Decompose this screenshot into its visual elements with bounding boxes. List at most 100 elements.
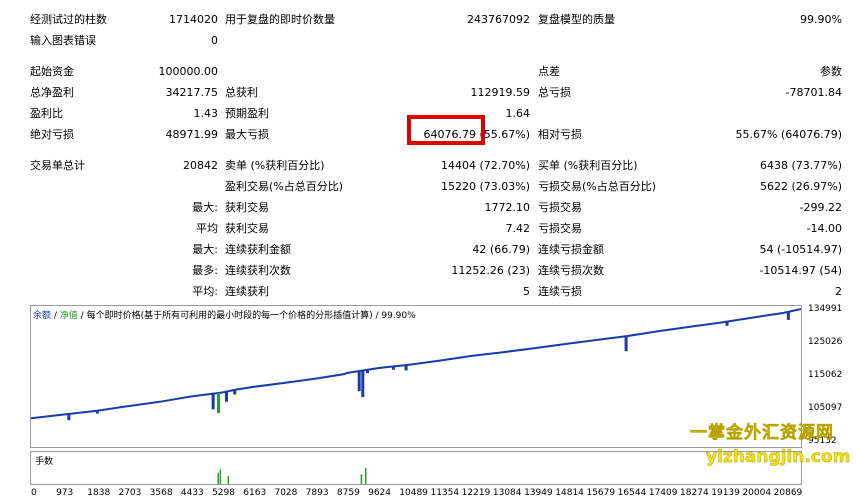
x-tick-label: 5298 bbox=[212, 488, 235, 498]
ticks-label: 用于复盘的即时价数量 bbox=[225, 13, 335, 26]
x-tick-label: 973 bbox=[56, 488, 74, 498]
bars-tested-label: 经测试过的柱数 bbox=[30, 13, 107, 26]
profit-factor-label: 盈利比 bbox=[30, 107, 63, 120]
avg-loss-value: -14.00 bbox=[806, 222, 842, 235]
x-tick-label: 4433 bbox=[180, 488, 204, 498]
y-tick-label: 115062 bbox=[808, 370, 843, 381]
rel-drawdown-label: 相对亏损 bbox=[538, 128, 582, 141]
balance-line bbox=[31, 308, 801, 420]
loss-trades-label: 亏损交易(%占总百分比) bbox=[538, 180, 657, 193]
errors-value: 0 bbox=[211, 34, 218, 47]
avg-consec-wins-label: 连续获利 bbox=[225, 285, 269, 298]
profit-trades-value: 15220 (73.03%) bbox=[440, 180, 530, 193]
gross-profit-value: 112919.59 bbox=[470, 86, 531, 99]
long-trades-value: 6438 (73.77%) bbox=[759, 159, 842, 172]
x-tick-label: 13949 bbox=[524, 488, 553, 498]
max-consec-losses-label: 连续亏损金额 bbox=[538, 243, 604, 256]
avg-profit-value: 7.42 bbox=[505, 222, 531, 235]
avg-consec-wins-value: 5 bbox=[523, 285, 530, 298]
x-tick-label: 0 bbox=[31, 488, 37, 498]
net-profit-value: 34217.75 bbox=[165, 86, 219, 99]
x-tick-label: 14814 bbox=[555, 488, 584, 498]
avg-consec-losses-value: 2 bbox=[835, 285, 842, 298]
max-drawdown-label: 最大亏损 bbox=[225, 128, 269, 141]
total-trades-label: 交易单总计 bbox=[30, 159, 85, 172]
balance-chart-plot bbox=[31, 308, 801, 421]
quality-value: 99.90% bbox=[800, 13, 842, 26]
spread-label: 点差 bbox=[538, 65, 560, 78]
max-consec-wins-value: 42 (66.79) bbox=[472, 243, 530, 256]
x-tick-label: 20004 bbox=[742, 488, 772, 498]
chart-header-sep-1: / bbox=[51, 311, 60, 321]
long-trades-label: 买单 (%获利百分比) bbox=[538, 159, 638, 172]
largest-loss-label: 亏损交易 bbox=[538, 201, 582, 214]
x-tick-label: 13084 bbox=[492, 488, 522, 498]
maximal-wins-value: 11252.26 (23) bbox=[451, 264, 530, 277]
maximal-losses-label: 连续亏损次数 bbox=[538, 264, 604, 277]
abs-drawdown-label: 绝对亏损 bbox=[30, 128, 74, 141]
x-tick-label: 12219 bbox=[461, 488, 491, 498]
errors-label: 输入图表错误 bbox=[30, 34, 96, 47]
chart-header-balance: 余额 bbox=[33, 311, 52, 321]
ticks-value: 243767092 bbox=[467, 13, 530, 26]
profit-trades-label: 盈利交易(%占总百分比) bbox=[225, 180, 344, 193]
x-tick-label: 18274 bbox=[680, 488, 709, 498]
y-tick-label: 134991 bbox=[808, 304, 843, 315]
largest-profit-value: 1772.10 bbox=[484, 201, 531, 214]
initial-deposit-value: 100000.00 bbox=[158, 65, 219, 78]
x-tick-label: 20869 bbox=[773, 488, 803, 498]
rel-drawdown-value: 55.67% (64076.79) bbox=[735, 128, 842, 141]
x-tick-label: 17409 bbox=[648, 488, 678, 498]
x-tick-label: 19139 bbox=[711, 488, 740, 498]
maximal-wins-label: 连续获利次数 bbox=[225, 264, 291, 277]
x-tick-label: 11354 bbox=[430, 488, 460, 498]
max-consec-label: 最大: bbox=[192, 243, 218, 256]
gross-loss-value: -78701.84 bbox=[785, 86, 842, 99]
volume-bar bbox=[360, 474, 363, 484]
x-tick-label: 7893 bbox=[305, 488, 329, 498]
x-tick-label: 15679 bbox=[586, 488, 616, 498]
total-trades-value: 20842 bbox=[183, 159, 218, 172]
average-label: 平均 bbox=[196, 222, 218, 235]
volume-bar bbox=[227, 476, 230, 484]
largest-loss-value: -299.22 bbox=[799, 201, 842, 214]
avg-consec-label: 平均: bbox=[192, 285, 218, 298]
highlight-box bbox=[407, 115, 485, 145]
x-tick-label: 3568 bbox=[149, 488, 173, 498]
x-tick-label: 9624 bbox=[368, 488, 391, 498]
y-tick-label: 105097 bbox=[808, 403, 843, 414]
avg-consec-losses-label: 连续亏损 bbox=[538, 285, 582, 298]
chart-header: 余额 / 净值 / 每个即时价格(基于所有可利用的最小时段的每一个价格的分形插值… bbox=[33, 308, 416, 321]
watermark-url: yizhangjin.com bbox=[706, 447, 851, 468]
chart-header-equity: 净值 bbox=[59, 311, 78, 321]
gross-profit-label: 总获利 bbox=[225, 86, 258, 99]
avg-profit-label: 获利交易 bbox=[225, 222, 269, 235]
largest-profit-label: 获利交易 bbox=[225, 201, 269, 214]
volume-bar bbox=[364, 468, 367, 484]
x-tick-label: 1838 bbox=[87, 488, 111, 498]
watermark-title: 一掌金外汇资源网 bbox=[690, 423, 834, 444]
max-consec-losses-value: 54 (-10514.97) bbox=[759, 243, 842, 256]
avg-loss-label: 亏损交易 bbox=[538, 222, 582, 235]
initial-deposit-label: 起始资金 bbox=[30, 65, 74, 78]
x-tick-label: 10489 bbox=[399, 488, 428, 498]
x-tick-label: 16544 bbox=[617, 488, 647, 498]
max-consec-wins-label: 连续获利金额 bbox=[225, 243, 291, 256]
y-tick-label: 125026 bbox=[808, 337, 843, 348]
profit-factor-value: 1.43 bbox=[193, 107, 219, 120]
gross-loss-label: 总亏损 bbox=[538, 86, 571, 99]
short-trades-value: 14404 (72.70%) bbox=[440, 159, 530, 172]
volume-chart-plot bbox=[217, 468, 367, 484]
bars-tested-value: 1714020 bbox=[169, 13, 218, 26]
short-trades-label: 卖单 (%获利百分比) bbox=[225, 159, 325, 172]
net-profit-label: 总净盈利 bbox=[30, 86, 74, 99]
volume-bar bbox=[219, 469, 222, 484]
x-tick-label: 7028 bbox=[274, 488, 298, 498]
x-tick-label: 8759 bbox=[336, 488, 360, 498]
chart-header-desc: 每个即时价格(基于所有可利用的最小时段的每一个价格的分形插值计算) / 99.9… bbox=[86, 311, 416, 321]
x-tick-label: 6163 bbox=[243, 488, 267, 498]
abs-drawdown-value: 48971.99 bbox=[165, 128, 219, 141]
volume-label: 手数 bbox=[35, 457, 54, 467]
x-tick-label: 2703 bbox=[118, 488, 142, 498]
volume-bar bbox=[217, 472, 219, 484]
